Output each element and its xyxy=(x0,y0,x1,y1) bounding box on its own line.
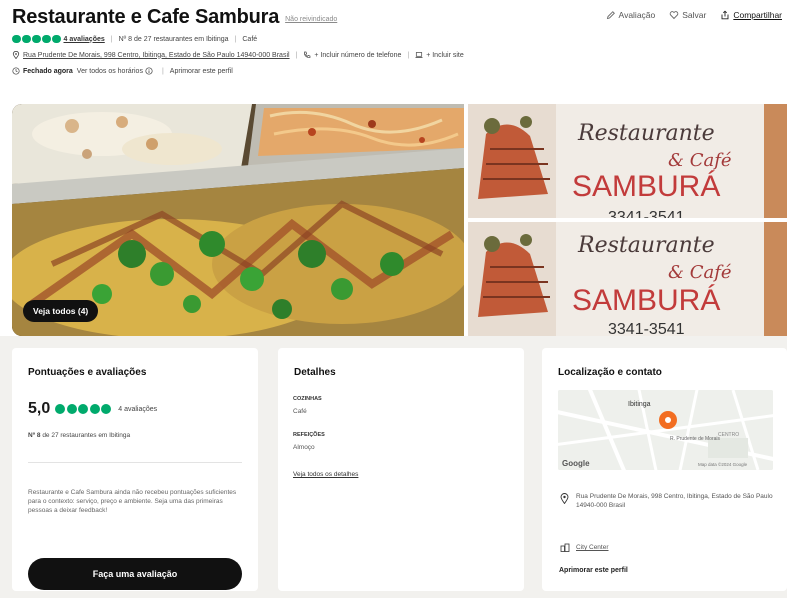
rating-bubbles xyxy=(12,34,61,44)
heart-icon xyxy=(670,11,679,20)
rating-bubbles xyxy=(55,404,112,414)
map-street-label: R. Prudente de Morais xyxy=(670,436,721,442)
rating-bubble xyxy=(22,34,31,44)
sign-line-2: & Café xyxy=(668,262,732,283)
open-status: Fechado agora xyxy=(23,67,73,75)
rating-bubble xyxy=(52,34,61,44)
write-review-button[interactable]: Faça uma avaliação xyxy=(28,558,242,590)
ranking-text[interactable]: Nº 8 de 27 restaurantes em Ibitinga xyxy=(119,36,229,43)
separator: | xyxy=(110,35,113,43)
rating-bubble xyxy=(66,404,77,414)
ratings-card-title: Pontuações e avaliações xyxy=(28,367,147,378)
save-label: Salvar xyxy=(682,10,707,20)
header-actions: Avaliação Salvar Compartilhar xyxy=(606,10,782,20)
restaurant-sign-image: Restaurante & Café SAMBURÁ 3341-3541 xyxy=(468,222,787,336)
score-row: 5,0 4 avaliações xyxy=(28,400,157,418)
contact-row: Rua Prudente De Morais, 998 Centro, Ibit… xyxy=(12,50,782,60)
info-cards-section: Pontuações e avaliações 5,0 4 avaliações… xyxy=(0,336,787,598)
phone-icon xyxy=(304,51,311,58)
sign-line-1: Restaurante xyxy=(577,121,715,146)
separator: | xyxy=(407,51,410,59)
location-address[interactable]: Rua Prudente De Morais, 998 Centro, Ibit… xyxy=(576,492,776,510)
neighborhood-icon xyxy=(560,543,570,552)
see-all-photos-button[interactable]: Veja todos (4) xyxy=(23,300,99,322)
separator: | xyxy=(295,51,298,59)
cuisine-label: COZINHAS xyxy=(293,396,322,402)
cuisine-tag[interactable]: Café xyxy=(242,36,257,43)
all-hours-link[interactable]: Ver todos os horários xyxy=(77,68,143,75)
add-phone-link[interactable]: + Incluir número de telefone xyxy=(314,52,401,59)
rating-bubble xyxy=(78,404,89,414)
write-review-label: Avaliação xyxy=(618,10,656,20)
main-food-photo[interactable]: Veja todos (4) xyxy=(12,104,464,336)
sign-line-1: Restaurante xyxy=(577,233,715,258)
review-count[interactable]: 4 avaliações xyxy=(118,406,157,413)
rating-bubble xyxy=(55,404,66,414)
listing-header: Restaurante e Cafe Sambura Não reivindic… xyxy=(12,6,782,76)
rating-bubble xyxy=(89,404,100,414)
rating-count-link[interactable]: 4 avaliações xyxy=(64,36,105,43)
share-icon xyxy=(721,10,729,20)
map-image: Ibitinga R. Prudente de Morais CENTRO Go… xyxy=(558,390,773,470)
share-label: Compartilhar xyxy=(733,10,782,20)
location-card-title: Localização e contato xyxy=(558,367,662,378)
map-district-label: CENTRO xyxy=(718,432,739,438)
restaurant-sign-image: Restaurante & Café SAMBURÁ 3341-3541 xyxy=(468,104,787,218)
rating-bubble xyxy=(101,404,112,414)
details-card-title: Detalhes xyxy=(294,367,336,378)
meals-value: Almoço xyxy=(293,444,315,451)
insufficient-ratings-note: Restaurante e Cafe Sambura ainda não rec… xyxy=(28,489,237,514)
laptop-icon xyxy=(415,52,423,58)
map-city-label: Ibitinga xyxy=(628,401,651,408)
location-map[interactable]: Ibitinga R. Prudente de Morais CENTRO Go… xyxy=(558,390,773,470)
hours-row: Fechado agora Ver todos os horários | Ap… xyxy=(12,66,782,76)
divider xyxy=(28,462,242,463)
rank-number: Nº 8 xyxy=(28,432,41,439)
neighborhood-link[interactable]: City Center xyxy=(576,544,609,551)
storefront-sign-photo-top[interactable]: Restaurante & Café SAMBURÁ 3341-3541 xyxy=(468,104,787,218)
photo-gallery: Veja todos (4) Restaurante & Café SAMBUR… xyxy=(12,104,787,336)
sign-line-3: SAMBURÁ xyxy=(572,170,720,203)
map-pin-icon xyxy=(12,51,20,59)
rank-description: de 27 restaurantes em Ibitinga xyxy=(42,432,131,439)
all-details-link[interactable]: Veja todos os detalhes xyxy=(293,471,358,478)
meals-label: REFEIÇÕES xyxy=(293,432,325,438)
location-card: Localização e contato Ibitinga R. Pruden… xyxy=(542,348,787,591)
add-website-link[interactable]: + Incluir site xyxy=(426,52,464,59)
storefront-sign-photo-bottom[interactable]: Restaurante & Café SAMBURÁ 3341-3541 xyxy=(468,222,787,336)
separator: | xyxy=(161,67,164,75)
details-card: Detalhes COZINHAS Café REFEIÇÕES Almoço … xyxy=(278,348,524,591)
map-provider-logo: Google xyxy=(562,459,590,468)
rating-row: 4 avaliações | Nº 8 de 27 restaurantes e… xyxy=(12,34,782,44)
sign-line-2: & Café xyxy=(668,150,732,171)
sign-line-3: SAMBURÁ xyxy=(572,284,720,317)
page-title: Restaurante e Cafe Sambura xyxy=(12,5,280,28)
rating-bubble xyxy=(32,34,41,44)
map-pin-icon xyxy=(560,493,569,504)
clock-icon xyxy=(12,67,20,75)
improve-profile-link[interactable]: Aprimorar este perfil xyxy=(559,567,628,574)
ranking-text[interactable]: Nº 8 de 27 restaurantes em Ibitinga xyxy=(28,432,130,439)
write-review-button[interactable]: Avaliação xyxy=(606,10,656,20)
rating-score: 5,0 xyxy=(28,400,51,417)
sign-phone: 3341-3541 xyxy=(608,209,685,218)
rating-bubble xyxy=(42,34,51,44)
claim-status-link[interactable]: Não reivindicado xyxy=(285,16,337,23)
ratings-card: Pontuações e avaliações 5,0 4 avaliações… xyxy=(12,348,258,591)
map-attribution: Map data ©2024 Google xyxy=(698,461,748,467)
pencil-icon xyxy=(606,11,615,20)
sign-phone: 3341-3541 xyxy=(608,321,685,336)
info-icon[interactable] xyxy=(145,67,153,75)
separator: | xyxy=(234,35,237,43)
save-button[interactable]: Salvar xyxy=(669,10,706,20)
address-link[interactable]: Rua Prudente De Morais, 998 Centro, Ibit… xyxy=(23,52,290,59)
rating-bubble xyxy=(12,34,21,44)
cuisine-value: Café xyxy=(293,408,307,415)
share-button[interactable]: Compartilhar xyxy=(720,10,782,20)
improve-profile-link[interactable]: Aprimorar este perfil xyxy=(170,68,233,75)
